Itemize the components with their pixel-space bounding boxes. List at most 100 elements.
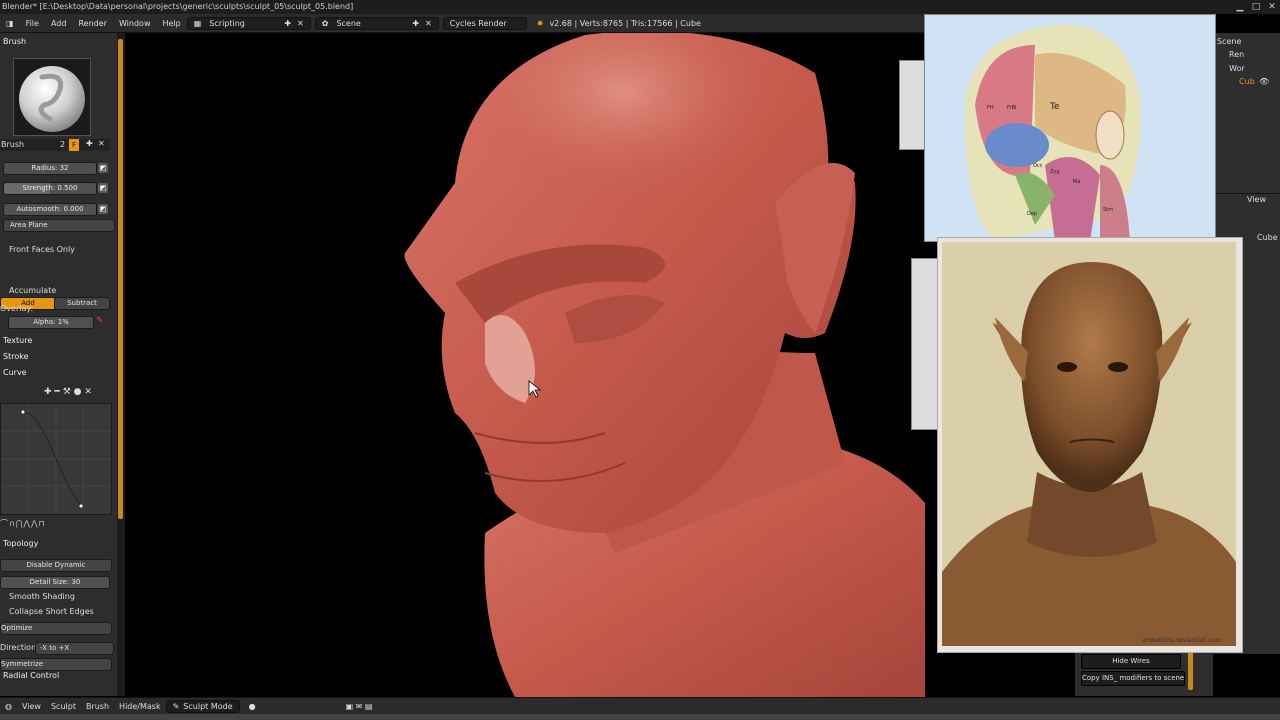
collapse-short-edges-checkbox[interactable]: Collapse Short Edges — [9, 607, 94, 616]
pressure-radius-icon[interactable]: ◩ — [98, 163, 108, 173]
accumulate-checkbox[interactable]: Accumulate — [9, 286, 56, 295]
remove-brush-icon[interactable]: ✕ — [98, 139, 105, 148]
menu-view[interactable]: View — [17, 702, 46, 711]
outliner-item-scene[interactable]: Scene — [1217, 37, 1241, 46]
scrollbar-thumb[interactable] — [118, 39, 123, 519]
view-menu[interactable]: View — [1247, 195, 1266, 204]
pressure-autosmooth-icon[interactable]: ◩ — [98, 204, 108, 214]
overlay-alpha-slider[interactable]: Alpha: 1% — [8, 316, 94, 329]
mode-name: Sculpt Mode — [183, 702, 233, 711]
anatomy-reference-image: Te FH FrBl Occ Zyg Ma Stm Dep — [965, 24, 1141, 241]
dot-icon[interactable]: ● — [74, 387, 82, 397]
script-panel: Hide Wires Copy INS_ modifiers to scene — [1075, 650, 1213, 696]
curve-panel-header[interactable]: Curve — [3, 368, 27, 377]
menu-add[interactable]: Add — [45, 19, 73, 28]
add-brush-icon[interactable]: ✚ — [86, 139, 93, 148]
wrench-icon[interactable]: ⚒ — [63, 387, 71, 397]
menu-sculpt[interactable]: Sculpt — [46, 702, 81, 711]
anatomy-label-fh: FH — [987, 105, 994, 111]
brush-preview[interactable] — [13, 58, 91, 136]
screen-layout-selector[interactable]: ▦ Scripting ✚ ✕ — [186, 16, 311, 30]
menu-window[interactable]: Window — [113, 19, 157, 28]
view-type-icon[interactable]: ◍ — [0, 702, 17, 711]
fake-user-toggle[interactable]: F — [69, 139, 79, 151]
menu-brush[interactable]: Brush — [81, 702, 114, 711]
object-name: Cube — [1257, 233, 1278, 242]
bust-photo: artwatkins.deviantart.com — [942, 242, 1236, 646]
pressure-strength-icon[interactable]: ◩ — [98, 183, 108, 193]
zoom-in-icon[interactable]: ✚ — [44, 387, 52, 397]
add-icon[interactable]: ✚ — [284, 19, 291, 28]
reference-thumbnail[interactable] — [899, 60, 927, 150]
close-icon[interactable]: ✕ — [1264, 0, 1280, 14]
strength-slider[interactable]: Strength: 0.500 — [3, 182, 97, 195]
brush-preview-image — [19, 66, 85, 132]
brush-paint-icon[interactable]: ✎ — [96, 316, 104, 326]
remove-scene-icon[interactable]: ✕ — [425, 19, 432, 28]
script-panel-scrollbar[interactable] — [1188, 650, 1193, 690]
falloff-curve — [1, 404, 111, 514]
curve-tool-icons: ✚ ━ ⚒ ● ✕ — [44, 387, 92, 397]
layer-icons[interactable]: ▣ ✉ ▤ — [341, 702, 378, 711]
radius-slider[interactable]: Radius: 32 — [3, 162, 97, 175]
add-scene-icon[interactable]: ✚ — [412, 19, 419, 28]
menu-file[interactable]: File — [20, 19, 45, 28]
anatomy-label-zyg: Zyg — [1050, 169, 1060, 175]
copy-modifiers-button[interactable]: Copy INS_ modifiers to scene — [1081, 671, 1185, 686]
anatomy-reference-window[interactable]: Te FH FrBl Occ Zyg Ma Stm Dep — [924, 14, 1216, 242]
anatomy-label-ma: Ma — [1073, 179, 1080, 185]
area-plane-dropdown[interactable]: Area Plane — [3, 219, 115, 232]
brush-selector[interactable]: Brush 2 F ✚ ✕ — [0, 139, 110, 151]
render-engine-selector[interactable]: Cycles Render — [442, 16, 527, 30]
brush-panel-header[interactable]: Brush — [3, 37, 26, 46]
shading-icon[interactable]: ● — [244, 702, 261, 711]
maximize-icon[interactable]: □ — [1248, 0, 1264, 14]
subtract-direction-button[interactable]: Subtract — [54, 297, 110, 310]
mode-selector[interactable]: ✎ Sculpt Mode — [165, 700, 240, 713]
menu-render[interactable]: Render — [72, 19, 112, 28]
minimize-icon[interactable]: ▁ — [1232, 0, 1248, 14]
scene-name: Scene — [336, 18, 361, 28]
stroke-panel-header[interactable]: Stroke — [3, 352, 29, 361]
menu-hide-mask[interactable]: Hide/Mask — [114, 702, 166, 711]
brush-name: Brush — [1, 140, 25, 149]
outliner-item-render[interactable]: Ren — [1229, 50, 1244, 59]
sculpt-mesh — [404, 30, 925, 697]
optimize-button[interactable]: Optimize — [0, 622, 112, 635]
outliner: Scene Ren Wor Cub 👁 — [1213, 33, 1280, 193]
smooth-shading-checkbox[interactable]: Smooth Shading — [9, 592, 75, 601]
scene-stats: v2.68 | Verts:8765 | Tris:17566 | Cube — [549, 18, 701, 28]
anatomy-label-frbl: FrBl — [1007, 105, 1016, 111]
window-controls: ▁ □ ✕ — [1232, 0, 1280, 14]
curve-preset-icons[interactable]: ⌒∩⋂⋀⋀⊓ — [0, 518, 46, 529]
menu-help[interactable]: Help — [156, 19, 186, 28]
window-title: Blender* [E:\Desktop\Data\personal\proje… — [2, 2, 354, 11]
texture-panel-header[interactable]: Texture — [3, 336, 32, 345]
detail-size-slider[interactable]: Detail Size: 30 — [0, 576, 110, 589]
info-header: ◨ File Add Render Window Help ▦ Scriptin… — [0, 14, 925, 33]
topology-panel-header[interactable]: Topology — [3, 539, 38, 548]
eye-icon[interactable]: 👁 — [1259, 77, 1269, 86]
falloff-curve-editor[interactable] — [0, 403, 112, 515]
hide-wires-button[interactable]: Hide Wires — [1081, 654, 1181, 669]
radial-control-header[interactable]: Radial Control — [3, 671, 59, 680]
autosmooth-slider[interactable]: Autosmooth: 0.000 — [3, 203, 97, 216]
outliner-item-cube[interactable]: Cub — [1239, 77, 1255, 86]
symmetrize-button[interactable]: Symmetrize — [0, 658, 112, 671]
outliner-item-world[interactable]: Wor — [1229, 64, 1245, 73]
direction-dropdown[interactable]: -X to +X — [35, 642, 114, 655]
front-faces-only-checkbox[interactable]: Front Faces Only — [9, 245, 75, 254]
clip-close-icon[interactable]: ✕ — [84, 387, 92, 397]
3d-viewport[interactable] — [125, 30, 925, 697]
anatomy-label-te: Te — [1049, 102, 1060, 112]
zoom-out-icon[interactable]: ━ — [54, 387, 59, 397]
render-engine-name: Cycles Render — [449, 18, 507, 28]
tool-shelf-scrollbar[interactable] — [117, 33, 125, 696]
sculpt-mode-icon: ✎ — [172, 702, 180, 711]
scene-selector[interactable]: ✿ Scene ✚ ✕ — [314, 16, 439, 30]
disable-dynamic-button[interactable]: Disable Dynamic — [0, 559, 112, 572]
sculpt-reference-window[interactable]: artwatkins.deviantart.com — [937, 237, 1243, 653]
reference-thumbnail-2[interactable] — [911, 258, 939, 430]
remove-icon[interactable]: ✕ — [297, 19, 304, 28]
editor-type-icon[interactable]: ◨ — [0, 19, 20, 28]
